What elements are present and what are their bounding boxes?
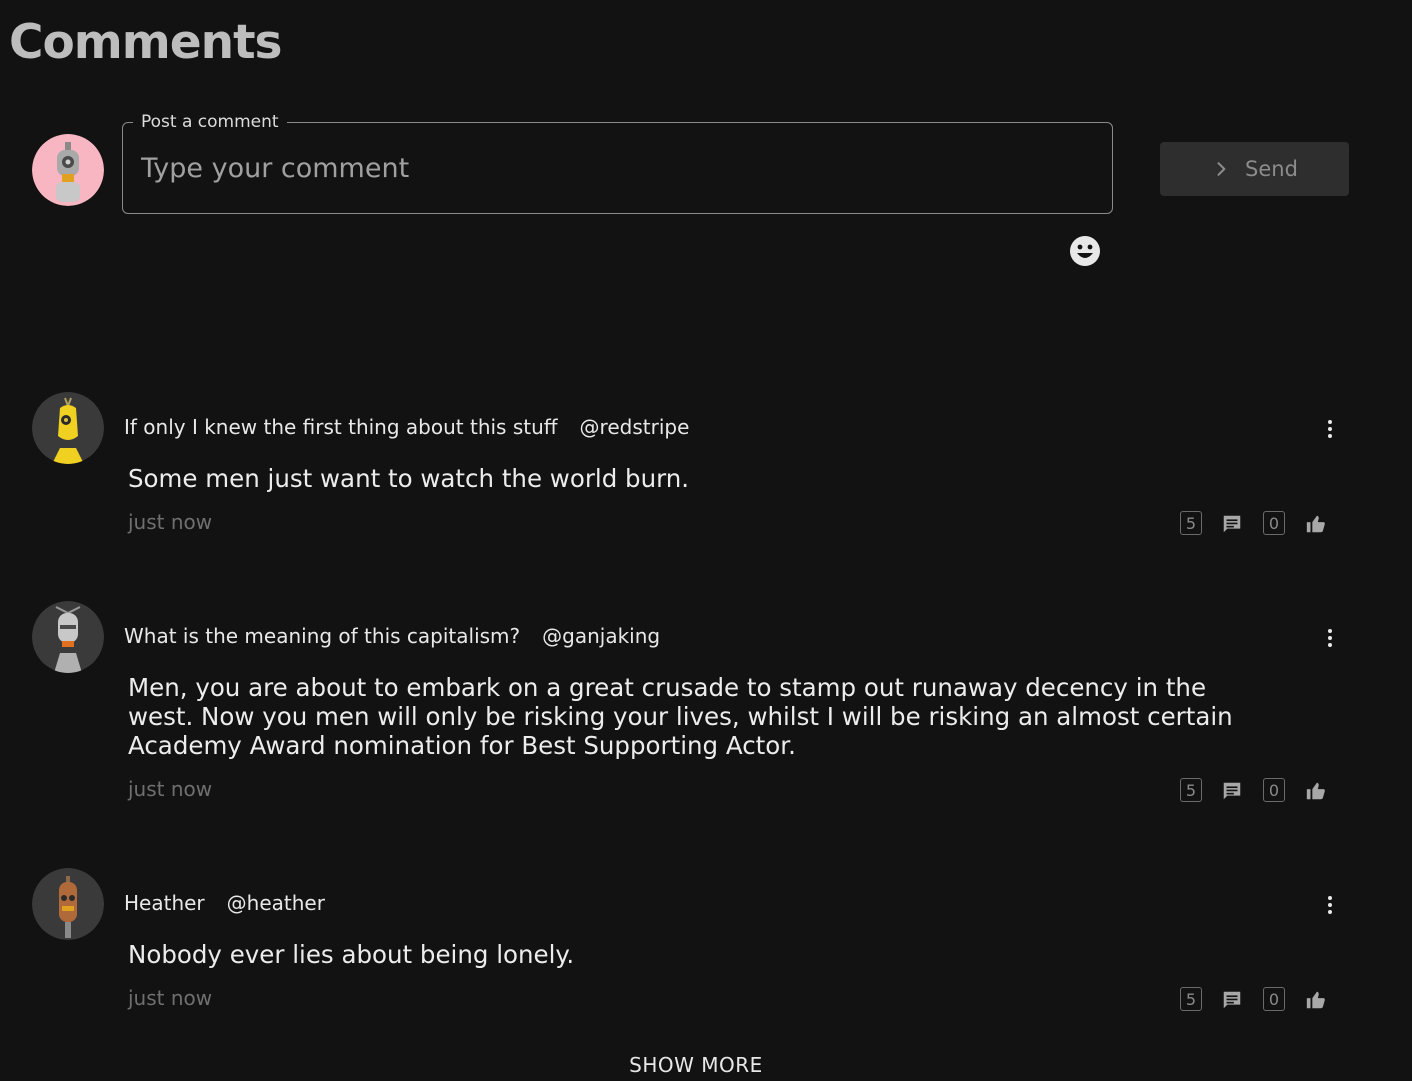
emoji-picker-button[interactable] <box>1068 234 1102 268</box>
comment-input[interactable] <box>139 147 1093 189</box>
like-count: 0 <box>1263 511 1285 535</box>
comment-handle[interactable]: @redstripe <box>580 415 690 439</box>
send-button-label: Send <box>1245 157 1298 181</box>
reply-count: 5 <box>1180 511 1202 535</box>
thumbs-up-icon <box>1306 782 1325 800</box>
comment-avatar <box>32 601 104 673</box>
comment-timestamp: just now <box>128 510 213 534</box>
comment-body: Nobody ever lies about being lonely. <box>128 940 575 969</box>
more-vertical-icon <box>1328 420 1332 438</box>
robot-avatar-icon <box>32 392 104 464</box>
more-vertical-icon <box>1328 896 1332 914</box>
like-button[interactable] <box>1304 779 1328 803</box>
like-button[interactable] <box>1304 988 1328 1012</box>
comments-page: Comments Post a comment Send <box>0 0 1412 1081</box>
page-title: Comments <box>9 15 283 70</box>
robot-avatar-icon <box>32 134 104 206</box>
reply-button[interactable] <box>1220 779 1244 803</box>
comment-header: If only I knew the first thing about thi… <box>124 415 689 439</box>
comment-menu-button[interactable] <box>1318 626 1342 650</box>
like-count: 0 <box>1263 987 1285 1011</box>
reply-count: 5 <box>1180 778 1202 802</box>
like-button[interactable] <box>1304 512 1328 536</box>
reply-button[interactable] <box>1220 512 1244 536</box>
show-more-button[interactable]: SHOW MORE <box>0 1052 1392 1078</box>
comment-avatar <box>32 868 104 940</box>
comment-body: Men, you are about to embark on a great … <box>128 673 1233 760</box>
send-button[interactable]: Send <box>1160 142 1349 196</box>
like-count: 0 <box>1263 778 1285 802</box>
comment-menu-button[interactable] <box>1318 893 1342 917</box>
comment-field: Post a comment <box>122 112 1113 214</box>
comment-timestamp: just now <box>128 986 213 1010</box>
comment-header: What is the meaning of this capitalism? @… <box>124 624 660 648</box>
comment-header: Heather @heather <box>124 891 325 915</box>
thumbs-up-icon <box>1306 515 1325 533</box>
comment-avatar <box>32 392 104 464</box>
comment-handle[interactable]: @ganjaking <box>542 624 660 648</box>
robot-avatar-icon <box>32 601 104 673</box>
thumbs-up-icon <box>1306 991 1325 1009</box>
smiley-icon <box>1070 236 1100 266</box>
comment-icon <box>1223 782 1241 800</box>
comment-author: Heather <box>124 891 205 915</box>
comment-body: Some men just want to watch the world bu… <box>128 464 690 493</box>
reply-count: 5 <box>1180 987 1202 1011</box>
comment-handle[interactable]: @heather <box>227 891 325 915</box>
comment-author: What is the meaning of this capitalism? <box>124 624 521 648</box>
comment-icon <box>1223 991 1241 1009</box>
comment-field-label: Post a comment <box>133 112 287 132</box>
robot-avatar-icon <box>32 868 104 940</box>
chevron-right-icon <box>1217 162 1226 176</box>
comment-menu-button[interactable] <box>1318 417 1342 441</box>
reply-button[interactable] <box>1220 988 1244 1012</box>
comment-author: If only I knew the first thing about thi… <box>124 415 558 439</box>
more-vertical-icon <box>1328 629 1332 647</box>
comment-icon <box>1223 515 1241 533</box>
current-user-avatar <box>32 134 104 206</box>
comment-timestamp: just now <box>128 777 213 801</box>
